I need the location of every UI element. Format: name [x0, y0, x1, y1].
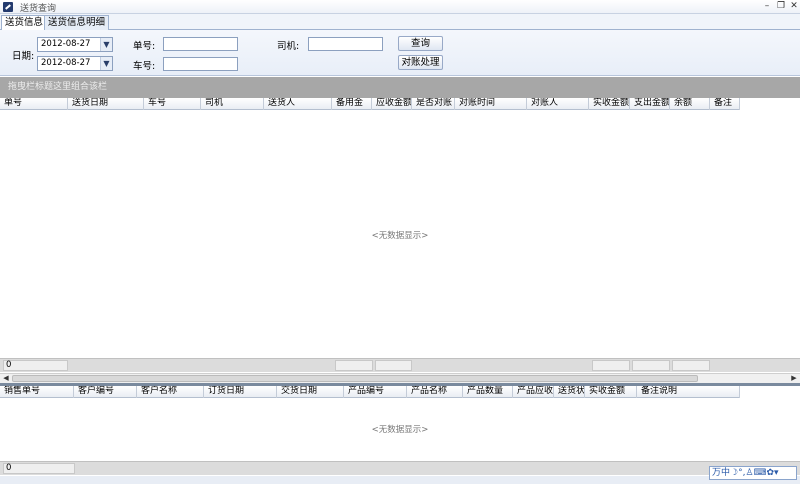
- detail-grid-header: 销售单号 客户编号 客户名称 订货日期 交货日期 产品编号 产品名称 产品数量 …: [0, 386, 740, 398]
- column-header[interactable]: 产品应收: [513, 386, 554, 398]
- filter-panel: 日期: 2012-08-27 ▼ 2012-08-27 ▼ 单号: 车号: 司机…: [0, 30, 800, 76]
- ime-toolbar[interactable]: 万中☽°,♙⌨✿▾: [709, 466, 797, 480]
- column-header[interactable]: 送货日期: [68, 98, 144, 110]
- column-header[interactable]: 实收金额: [589, 98, 630, 110]
- date-from-value: 2012-08-27: [41, 39, 91, 49]
- detail-grid-footer: 0: [0, 461, 800, 475]
- column-header[interactable]: 备注说明: [637, 386, 740, 398]
- row-count: 0: [3, 360, 68, 371]
- column-header[interactable]: 司机: [201, 98, 264, 110]
- status-bar: [0, 476, 800, 484]
- main-grid-footer: 0: [0, 358, 800, 372]
- date-to-picker[interactable]: 2012-08-27 ▼: [37, 56, 113, 71]
- driver-input[interactable]: [308, 37, 383, 51]
- date-from-picker[interactable]: 2012-08-27 ▼: [37, 37, 113, 52]
- column-header[interactable]: 送货人: [264, 98, 332, 110]
- app-icon: [3, 2, 13, 12]
- column-header[interactable]: 应收金额: [372, 98, 412, 110]
- column-header[interactable]: 交货日期: [277, 386, 344, 398]
- footer-summary-cell: [672, 360, 710, 371]
- minimize-button[interactable]: –: [761, 1, 773, 12]
- close-button[interactable]: ✕: [788, 1, 800, 12]
- main-grid-header: 单号 送货日期 车号 司机 送货人 备用金 应收金额 是否对账 对账时间 对账人…: [0, 98, 740, 110]
- plate-label: 车号:: [133, 61, 156, 72]
- scroll-right-icon[interactable]: ▶: [789, 374, 799, 383]
- driver-label: 司机:: [277, 41, 300, 52]
- column-header[interactable]: 产品数量: [463, 386, 513, 398]
- empty-message: <无数据显示>: [371, 231, 429, 241]
- order-no-input[interactable]: [163, 37, 238, 51]
- empty-message: <无数据显示>: [371, 425, 429, 435]
- plate-input[interactable]: [163, 57, 238, 71]
- column-header[interactable]: 备用金: [332, 98, 372, 110]
- column-header[interactable]: 对账时间: [455, 98, 527, 110]
- group-by-panel[interactable]: 拖曳栏标题这里组合该栏: [0, 77, 800, 98]
- column-header[interactable]: 单号: [0, 98, 68, 110]
- chevron-down-icon[interactable]: ▼: [100, 57, 112, 70]
- scroll-thumb[interactable]: [12, 375, 698, 382]
- column-header[interactable]: 实收金额: [585, 386, 637, 398]
- column-header[interactable]: 订货日期: [204, 386, 277, 398]
- column-header[interactable]: 销售单号: [0, 386, 74, 398]
- column-header[interactable]: 客户名称: [137, 386, 204, 398]
- restore-button[interactable]: ❐: [775, 1, 787, 12]
- column-header[interactable]: 备注: [710, 98, 740, 110]
- tab-delivery-detail[interactable]: 送货信息明细: [44, 15, 110, 30]
- order-no-label: 单号:: [133, 41, 156, 52]
- footer-summary-cell: [335, 360, 373, 371]
- column-header[interactable]: 余额: [670, 98, 710, 110]
- tab-strip: 送货信息 送货信息明细: [0, 14, 800, 31]
- title-bar: 送货查询 – ❐ ✕: [0, 0, 800, 14]
- footer-summary-cell: [592, 360, 630, 371]
- column-header[interactable]: 产品编号: [344, 386, 407, 398]
- column-header[interactable]: 支出金额: [630, 98, 670, 110]
- footer-summary-cell: [375, 360, 412, 371]
- date-label: 日期:: [12, 51, 35, 62]
- scroll-left-icon[interactable]: ◀: [1, 374, 11, 383]
- tab-delivery-info[interactable]: 送货信息: [1, 15, 48, 31]
- column-header[interactable]: 是否对账: [412, 98, 455, 110]
- column-header[interactable]: 客户编号: [74, 386, 137, 398]
- reconcile-button[interactable]: 对账处理: [398, 55, 443, 70]
- horizontal-scrollbar[interactable]: ◀ ▶: [0, 373, 800, 383]
- column-header[interactable]: 车号: [144, 98, 201, 110]
- detail-grid-body[interactable]: <无数据显示>: [0, 399, 800, 461]
- column-header[interactable]: 对账人: [527, 98, 589, 110]
- query-button[interactable]: 查询: [398, 36, 443, 51]
- date-to-value: 2012-08-27: [41, 58, 91, 68]
- main-grid-body[interactable]: <无数据显示>: [0, 111, 800, 358]
- window-title: 送货查询: [20, 4, 57, 14]
- row-count: 0: [3, 463, 75, 474]
- column-header[interactable]: 送货状: [554, 386, 585, 398]
- chevron-down-icon[interactable]: ▼: [100, 38, 112, 51]
- footer-summary-cell: [632, 360, 670, 371]
- column-header[interactable]: 产品名称: [407, 386, 463, 398]
